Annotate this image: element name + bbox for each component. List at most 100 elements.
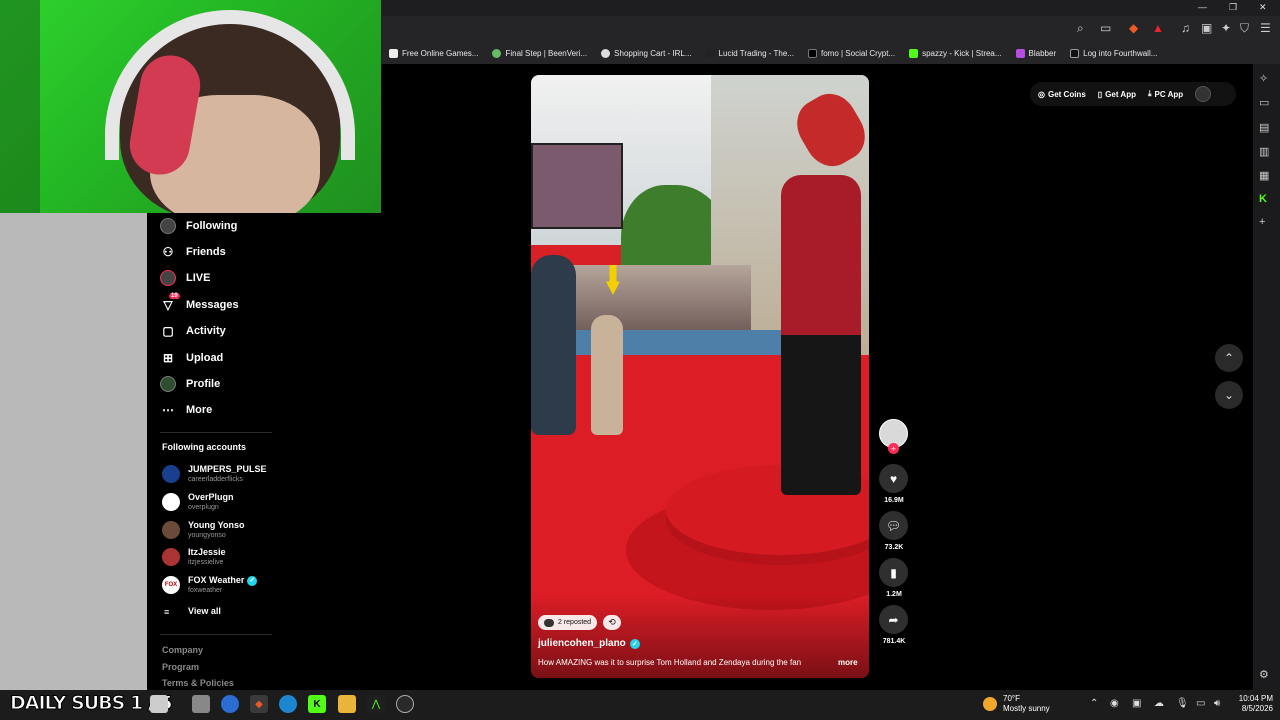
brave-shield-icon[interactable]: ◆: [1129, 21, 1138, 35]
search-icon[interactable]: ⌕: [1077, 21, 1084, 36]
nav-label: Activity: [186, 325, 226, 337]
reading-list-icon[interactable]: ▦: [1259, 169, 1269, 182]
following-account[interactable]: OverPlugn overplugn: [162, 492, 234, 512]
video-caption: How AMAZING was it to surprise Tom Holla…: [538, 658, 802, 667]
verified-icon: ✓: [247, 575, 258, 586]
list-icon: ≡: [164, 606, 170, 617]
footer-company[interactable]: Company: [162, 645, 203, 655]
fox-logo-icon: FOX: [162, 576, 180, 594]
restore-icon[interactable]: ❐: [1229, 2, 1237, 13]
nav-more[interactable]: ⋯ More: [160, 402, 212, 418]
menu-icon[interactable]: ☰: [1260, 21, 1271, 35]
next-video-button[interactable]: ⌄: [1215, 381, 1243, 409]
follow-plus-icon[interactable]: +: [888, 443, 899, 454]
caption-more-button[interactable]: more: [838, 658, 858, 667]
tray-app-icon[interactable]: ◉: [1110, 698, 1119, 709]
save-button[interactable]: ▮: [879, 558, 908, 587]
vpn-icon[interactable]: ⛉: [1240, 21, 1249, 36]
nav-activity[interactable]: ▢ Activity: [160, 323, 226, 339]
volume-icon[interactable]: 🔊︎: [1214, 698, 1220, 709]
profile-avatar[interactable]: [1195, 86, 1212, 102]
get-app-button[interactable]: ▯ Get App: [1098, 90, 1136, 99]
weather-widget[interactable]: 70°F Mostly sunny: [983, 694, 1050, 714]
tray-app-icon[interactable]: ▣: [1132, 698, 1141, 709]
bookmark-item[interactable]: Log into Fourthwall...: [1070, 48, 1157, 58]
nav-label: LIVE: [186, 272, 211, 284]
account-handle: overplugn: [188, 504, 219, 511]
video-player[interactable]: [531, 75, 869, 678]
cloud-icon[interactable]: ☁: [1154, 698, 1164, 709]
bookmark-icon[interactable]: ▥: [1259, 145, 1269, 158]
share-icon: ➦: [888, 612, 899, 627]
clock-date: 8/5/2026: [1241, 704, 1273, 713]
get-coins-button[interactable]: ◎ Get Coins: [1038, 90, 1086, 99]
system-clock[interactable]: 10:04 PM 8/5/2026: [1227, 694, 1273, 714]
video-icon[interactable]: ▭: [1259, 96, 1269, 109]
bookmark-item[interactable]: Shopping Cart - IRL...: [601, 48, 692, 58]
account-name: JUMPERS_PULSE: [188, 464, 267, 474]
avatar: [162, 548, 180, 566]
microphone-icon[interactable]: 🎙︎: [1176, 698, 1189, 709]
nav-messages[interactable]: ▽ 19 Messages: [160, 293, 239, 313]
settings-icon[interactable]: ⚙: [1259, 668, 1269, 681]
add-icon[interactable]: +: [1259, 216, 1265, 228]
reposted-pill[interactable]: 2 reposted: [538, 615, 598, 630]
obs-icon[interactable]: [396, 695, 414, 713]
file-explorer-icon[interactable]: [338, 695, 356, 713]
pc-app-button[interactable]: ⤓ PC App: [1148, 89, 1183, 99]
terminal-icon[interactable]: ⋀: [367, 695, 385, 713]
wallet-icon[interactable]: ▤: [1259, 121, 1269, 134]
repost-icon[interactable]: ⟲: [603, 615, 621, 630]
kick-icon[interactable]: K: [1259, 193, 1267, 205]
bookmark-item[interactable]: Final Step | BeenVeri...: [492, 48, 587, 58]
display-icon[interactable]: ▭: [1196, 698, 1205, 709]
bookmark-item[interactable]: spazzy - Kick | Strea...: [909, 48, 1002, 58]
verified-icon: ✓: [629, 638, 640, 649]
sparkle-icon[interactable]: ✧: [1259, 72, 1268, 85]
nav-profile[interactable]: Profile: [160, 376, 220, 392]
bookmark-item[interactable]: fomo | Social Crypt...: [808, 48, 895, 58]
edge-icon[interactable]: [279, 695, 297, 713]
leo-ai-icon[interactable]: ✦: [1221, 21, 1231, 35]
view-all-link[interactable]: ≡ View all: [164, 606, 221, 617]
bookmark-item[interactable]: Lucid Trading - The...: [705, 48, 794, 58]
following-account[interactable]: FOX FOX Weather ✓ foxweather: [162, 575, 258, 595]
profile-icon: [160, 376, 176, 392]
footer-program[interactable]: Program: [162, 662, 199, 672]
video-author[interactable]: juliencohen_plano ✓: [538, 638, 640, 649]
rewards-icon[interactable]: ▲: [1152, 21, 1164, 35]
close-icon[interactable]: ✕: [1259, 2, 1267, 13]
comment-button[interactable]: 💬︎: [879, 511, 908, 540]
bookmark-item[interactable]: Blabber: [1015, 48, 1056, 58]
daily-subs-overlay: DAILY SUBS 1 / 5: [10, 692, 174, 715]
following-account[interactable]: JUMPERS_PULSE careerladderflicks: [162, 464, 267, 484]
comment-icon: 💬︎: [885, 518, 902, 533]
following-account[interactable]: Young Yonso youngyonso: [162, 520, 245, 540]
previous-video-button[interactable]: ⌃: [1215, 344, 1243, 372]
nav-following[interactable]: Following: [160, 218, 237, 234]
cast-icon[interactable]: ▭: [1100, 21, 1111, 35]
account-handle: foxweather: [188, 587, 223, 594]
divider: [160, 432, 272, 433]
wallet-icon[interactable]: ▣: [1201, 21, 1212, 35]
reposted-label: 2 reposted: [558, 619, 592, 626]
chevron-up-icon[interactable]: ⌃: [1090, 698, 1098, 709]
bookmark-item[interactable]: Free Online Games...: [389, 48, 478, 58]
app-icon[interactable]: [221, 695, 239, 713]
nav-friends[interactable]: ⚇ Friends: [160, 244, 226, 260]
account-handle: careerladderflicks: [188, 476, 243, 483]
following-account[interactable]: ItzJessie itzjessielive: [162, 547, 226, 567]
brave-icon[interactable]: ◆: [250, 695, 268, 713]
nav-upload[interactable]: ⊞ Upload: [160, 350, 223, 366]
share-button[interactable]: ➦: [879, 605, 908, 634]
kick-icon[interactable]: K: [308, 695, 326, 713]
nav-live[interactable]: LIVE: [160, 270, 210, 286]
like-button[interactable]: ♥: [879, 464, 908, 493]
music-icon[interactable]: ♫: [1181, 21, 1190, 35]
task-view-icon[interactable]: [192, 695, 210, 713]
footer-terms[interactable]: Terms & Policies: [162, 678, 234, 688]
nav-label: Following: [186, 220, 238, 232]
account-name: Young Yonso: [188, 520, 245, 530]
bookmarks-bar: Free Online Games... Final Step | BeenVe…: [381, 42, 1280, 64]
minimize-icon[interactable]: —: [1198, 2, 1207, 12]
